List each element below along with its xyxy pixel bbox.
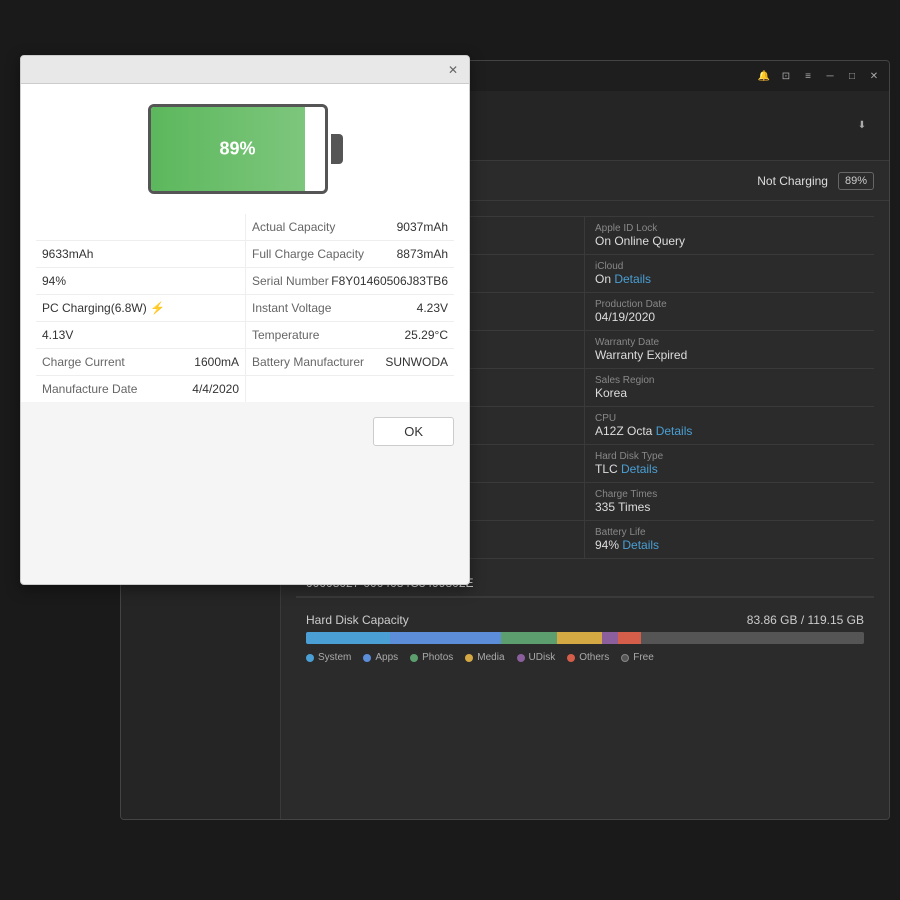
cpu-value: A12Z Octa Details bbox=[595, 424, 864, 438]
maximize-button[interactable]: □ bbox=[845, 69, 859, 83]
disk-title: Hard Disk Capacity 83.86 GB / 119.15 GB bbox=[306, 613, 864, 627]
battery-body: 89% bbox=[148, 104, 328, 194]
ok-button[interactable]: OK bbox=[373, 417, 454, 446]
download-icon[interactable]: ⬇ bbox=[855, 119, 869, 133]
legend-photos: Photos bbox=[410, 652, 453, 663]
disk-apps bbox=[390, 632, 502, 644]
battery-badge: 89% bbox=[838, 172, 874, 190]
sales-region-value: Korea bbox=[595, 386, 864, 400]
battery-popup: ✕ 89% Actual Capacity 9037mAh 9633mAh Fu… bbox=[20, 55, 470, 585]
legend-free: Free bbox=[621, 652, 654, 663]
legend-media: Media bbox=[465, 652, 504, 663]
sales-region-block: Sales Region Korea bbox=[585, 369, 874, 407]
disk-photos bbox=[501, 632, 557, 644]
battery-life-value: 94% Details bbox=[595, 538, 864, 552]
apps-row: i Install 3uTools Backup/Restore 3uAirPl… bbox=[121, 819, 889, 820]
battery-info-grid: Actual Capacity 9037mAh 9633mAh Full Cha… bbox=[36, 214, 454, 402]
full-charge-capacity: 8873mAh bbox=[397, 247, 448, 261]
disk-legend: System Apps Photos Media bbox=[306, 652, 864, 663]
battery-tip bbox=[331, 134, 343, 164]
battery-life-block: Battery Life 94% Details bbox=[585, 521, 874, 559]
window-icon-1[interactable]: 🔔 bbox=[757, 69, 771, 83]
popup-info: Actual Capacity 9037mAh 9633mAh Full Cha… bbox=[21, 214, 469, 402]
legend-system: System bbox=[306, 652, 351, 663]
charge-times-block: Charge Times 335 Times bbox=[585, 483, 874, 521]
cpu-details-link[interactable]: Details bbox=[656, 424, 693, 438]
window-icon-2[interactable]: ⊡ bbox=[779, 69, 793, 83]
disk-udisk bbox=[602, 632, 619, 644]
battery-manufacturer: SUNWODA bbox=[385, 355, 448, 369]
legend-apps: Apps bbox=[363, 652, 398, 663]
apple-id-lock-block: Apple ID Lock On Online Query bbox=[585, 217, 874, 255]
battery-details-link[interactable]: Details bbox=[622, 538, 659, 552]
legend-udisk: UDisk bbox=[517, 652, 556, 663]
battery-visual: 89% bbox=[21, 84, 469, 214]
window-icon-3[interactable]: ≡ bbox=[801, 69, 815, 83]
battery-serial: F8Y01460506J83TB6 bbox=[331, 274, 448, 288]
instant-voltage: 4.23V bbox=[417, 301, 448, 315]
icloud-block: iCloud On Details bbox=[585, 255, 874, 293]
actual-capacity: 9037mAh bbox=[397, 220, 448, 234]
popup-close-button[interactable]: ✕ bbox=[445, 62, 461, 78]
icloud-details-link[interactable]: Details bbox=[614, 272, 651, 286]
disk-others bbox=[618, 632, 640, 644]
popup-ok-area: OK bbox=[21, 402, 469, 461]
warranty-date-value: Warranty Expired bbox=[595, 348, 864, 362]
toolbar-right: ⬇ bbox=[855, 119, 869, 133]
hard-disk-details-link[interactable]: Details bbox=[621, 462, 658, 476]
temperature: 25.29°C bbox=[405, 328, 449, 342]
popup-titlebar: ✕ bbox=[21, 56, 469, 84]
charge-times-value: 335 Times bbox=[595, 500, 864, 514]
production-date-value: 04/19/2020 bbox=[595, 310, 864, 324]
hard-disk-type-block: Hard Disk Type TLC Details bbox=[585, 445, 874, 483]
disk-bar bbox=[306, 632, 864, 644]
disk-free bbox=[641, 632, 864, 644]
disk-capacity-section: Hard Disk Capacity 83.86 GB / 119.15 GB … bbox=[296, 597, 874, 678]
icloud-value: On Details bbox=[595, 272, 864, 286]
production-date-block: Production Date 04/19/2020 bbox=[585, 293, 874, 331]
charging-status: Not Charging bbox=[757, 174, 828, 188]
close-button[interactable]: ✕ bbox=[867, 69, 881, 83]
legend-others: Others bbox=[567, 652, 609, 663]
cpu-block: CPU A12Z Octa Details bbox=[585, 407, 874, 445]
disk-system bbox=[306, 632, 390, 644]
warranty-date-block: Warranty Date Warranty Expired bbox=[585, 331, 874, 369]
disk-media bbox=[557, 632, 602, 644]
battery-percent-display: 89% bbox=[219, 139, 255, 160]
hard-disk-type-value: TLC Details bbox=[595, 462, 864, 476]
minimize-button[interactable]: ─ bbox=[823, 69, 837, 83]
apple-id-value: On Online Query bbox=[595, 234, 864, 248]
